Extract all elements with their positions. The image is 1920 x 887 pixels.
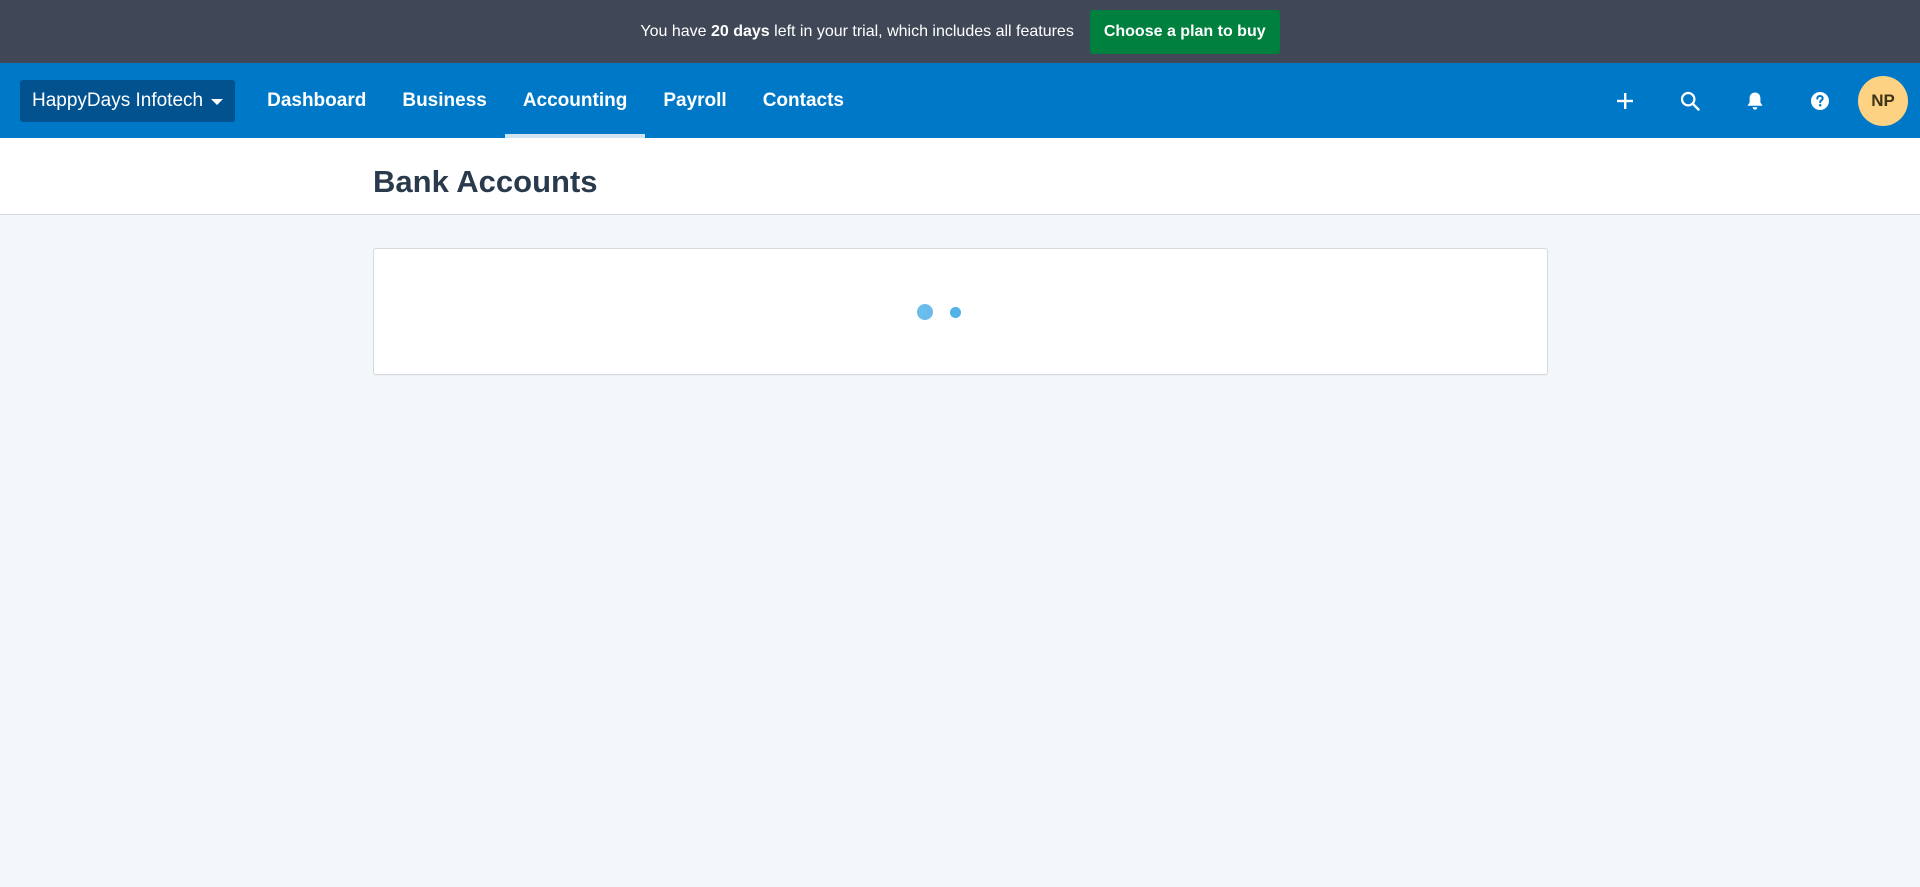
nav-tab-accounting[interactable]: Accounting xyxy=(504,63,646,138)
nav-tab-label: Payroll xyxy=(663,89,727,111)
bank-accounts-loading-card xyxy=(373,248,1548,375)
page-header: Bank Accounts xyxy=(0,138,1920,215)
help-button[interactable] xyxy=(1787,63,1852,138)
user-avatar[interactable]: NP xyxy=(1858,75,1908,126)
search-icon xyxy=(1680,91,1700,111)
trial-text-prefix: You have xyxy=(640,22,711,40)
nav-tab-label: Dashboard xyxy=(267,89,367,111)
search-button[interactable] xyxy=(1657,63,1722,138)
caret-down-icon xyxy=(211,98,224,105)
trial-message: You have 20 days left in your trial, whi… xyxy=(640,23,1073,41)
nav-actions: NP xyxy=(1592,63,1908,138)
trial-banner: You have 20 days left in your trial, whi… xyxy=(0,0,1920,63)
choose-plan-button[interactable]: Choose a plan to buy xyxy=(1089,9,1280,54)
nav-tab-contacts[interactable]: Contacts xyxy=(745,63,862,138)
main-navigation: HappyDays Infotech Dashboard Business Ac… xyxy=(0,63,1920,138)
notifications-button[interactable] xyxy=(1722,63,1787,138)
nav-tab-business[interactable]: Business xyxy=(384,63,504,138)
loading-dot xyxy=(917,304,933,320)
nav-tab-label: Contacts xyxy=(762,89,844,111)
organisation-switcher[interactable]: HappyDays Infotech xyxy=(20,79,236,122)
help-icon xyxy=(1810,91,1829,110)
organisation-name: HappyDays Infotech xyxy=(32,89,204,111)
plus-icon xyxy=(1616,92,1633,109)
trial-text-suffix: left in your trial, which includes all f… xyxy=(769,22,1074,40)
nav-tabs: Dashboard Business Accounting Payroll Co… xyxy=(249,63,862,138)
nav-tab-label: Accounting xyxy=(522,89,628,111)
page-title: Bank Accounts xyxy=(373,164,598,199)
loading-dot xyxy=(950,307,961,318)
create-new-button[interactable] xyxy=(1592,63,1657,138)
nav-tab-dashboard[interactable]: Dashboard xyxy=(249,63,384,138)
nav-tab-payroll[interactable]: Payroll xyxy=(645,63,744,138)
trial-days-remaining: 20 days xyxy=(710,22,770,40)
nav-tab-label: Business xyxy=(402,89,487,111)
bell-icon xyxy=(1747,92,1762,110)
